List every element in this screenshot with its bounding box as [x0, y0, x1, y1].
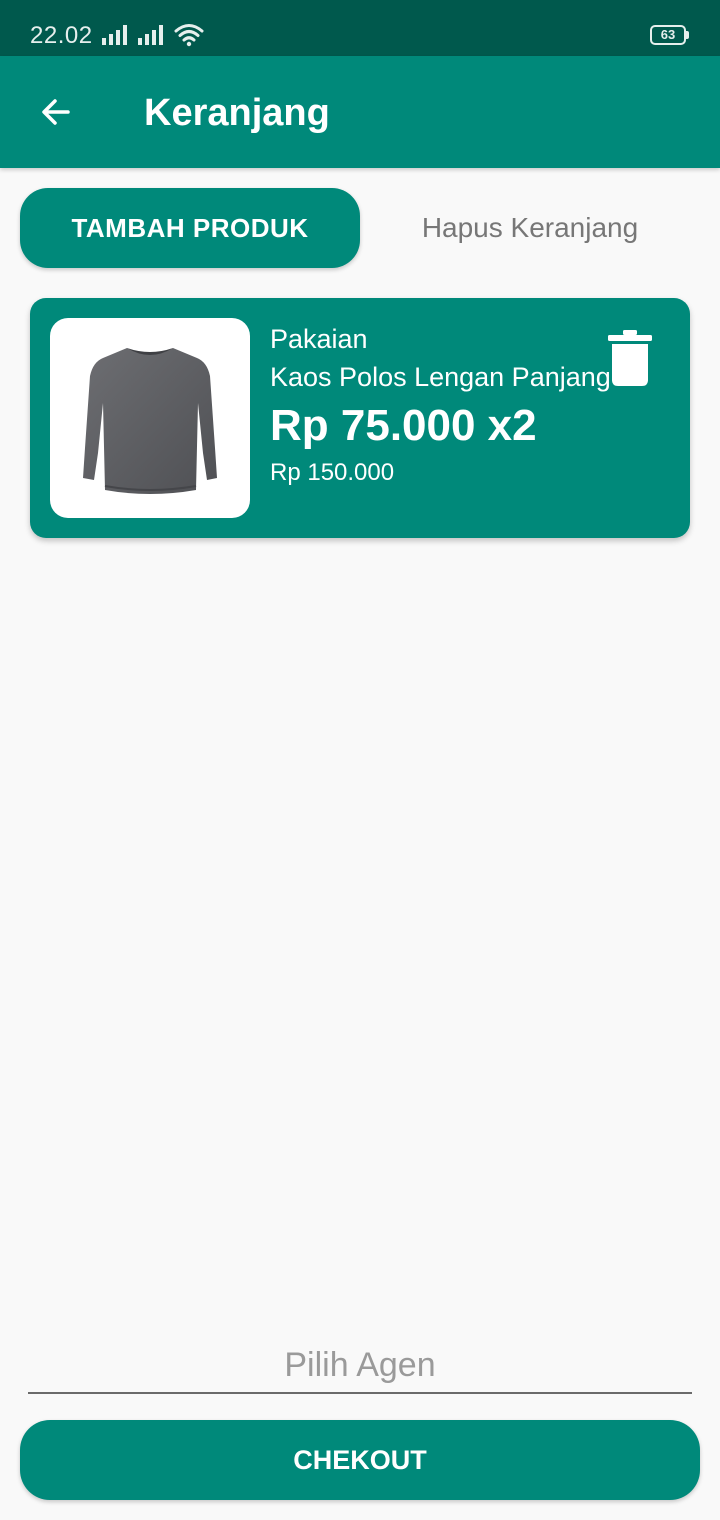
page-title: Keranjang: [144, 92, 330, 134]
clear-cart-button[interactable]: Hapus Keranjang: [380, 188, 680, 268]
agent-select-placeholder: Pilih Agen: [284, 1345, 436, 1384]
app-bar: Keranjang: [0, 56, 720, 168]
back-button[interactable]: [28, 84, 84, 140]
product-image: [50, 318, 250, 518]
add-product-button[interactable]: TAMBAH PRODUK: [20, 188, 360, 268]
product-price-quantity: Rp 75.000 x2: [270, 401, 537, 450]
cell-signal-icon: [102, 25, 127, 45]
status-bar: 22.02 63: [0, 0, 720, 56]
wifi-icon: [174, 24, 204, 47]
checkout-button[interactable]: CHEKOUT: [20, 1420, 700, 1500]
battery-level: 63: [660, 27, 676, 42]
cell-signal-icon: [138, 25, 163, 45]
cart-item-card: Pakaian Kaos Polos Lengan Panjang Rp 75.…: [30, 298, 690, 538]
trash-icon: [608, 330, 652, 386]
battery-tip: [686, 31, 689, 39]
delete-item-button[interactable]: [602, 326, 658, 390]
status-time: 22.02: [30, 22, 93, 49]
battery-icon: 63: [650, 25, 686, 45]
long-sleeve-shirt-icon: [83, 348, 217, 494]
arrow-left-icon: [42, 99, 70, 125]
product-subtotal: Rp 150.000: [270, 459, 395, 486]
agent-select-field[interactable]: Pilih Agen: [28, 1338, 692, 1394]
